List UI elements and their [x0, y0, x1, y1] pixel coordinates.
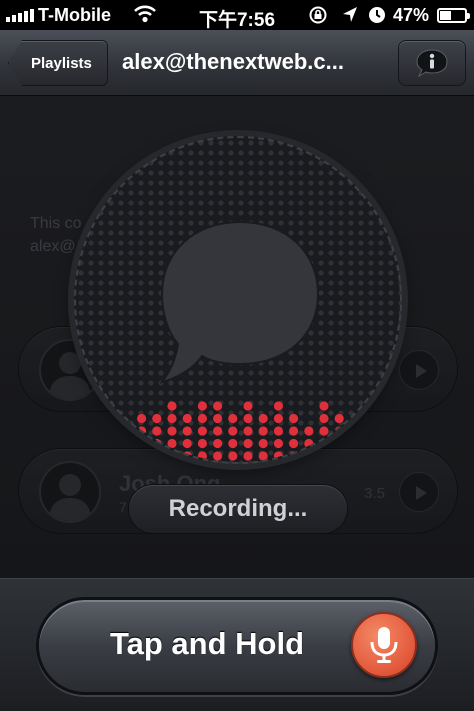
level-dot	[243, 438, 253, 449]
level-dot	[213, 438, 223, 449]
level-dot	[289, 426, 299, 436]
level-dot	[121, 451, 131, 461]
battery-percent: 47%	[393, 5, 430, 25]
level-dot	[182, 413, 192, 424]
level-dot	[228, 413, 238, 424]
level-dot	[273, 451, 283, 461]
info-button[interactable]	[398, 40, 466, 86]
level-dot	[365, 438, 375, 449]
level-dot	[197, 426, 207, 436]
level-dot	[213, 451, 223, 461]
level-dot	[106, 438, 116, 449]
level-dot	[106, 451, 116, 461]
level-dot	[197, 413, 207, 424]
alarm-icon	[369, 7, 385, 23]
level-dot	[197, 401, 207, 411]
level-dot	[182, 426, 192, 436]
recording-status: Recording...	[128, 484, 348, 534]
recording-visualizer	[74, 136, 402, 464]
microphone-button[interactable]	[351, 612, 417, 678]
level-dot	[349, 438, 359, 449]
level-dot	[137, 413, 147, 424]
level-dot	[167, 426, 177, 436]
level-dot	[182, 438, 192, 449]
level-dot	[319, 401, 329, 411]
level-dot	[152, 438, 162, 449]
level-dot	[152, 413, 162, 424]
level-dot	[258, 413, 268, 424]
level-dot	[258, 426, 268, 436]
level-dot	[197, 451, 207, 461]
tap-and-hold-label: Tap and Hold	[109, 626, 305, 661]
level-dot	[258, 451, 268, 461]
level-dot	[289, 451, 299, 461]
audio-level-meter	[91, 401, 390, 461]
level-dot	[273, 426, 283, 436]
level-dot	[243, 401, 253, 411]
level-dot	[137, 438, 147, 449]
bottom-toolbar: Tap and Hold	[0, 578, 474, 711]
level-dot	[319, 451, 329, 461]
level-dot	[228, 438, 238, 449]
level-dot	[243, 451, 253, 461]
page-title: alex@thenextweb.c...	[122, 49, 344, 74]
content-area: This co alex@ Josh Ong 7 3.5 Recording..…	[0, 96, 474, 578]
level-dot	[258, 438, 268, 449]
level-dot	[304, 438, 314, 449]
level-dot	[319, 413, 329, 424]
location-icon	[343, 7, 357, 22]
level-dot	[243, 426, 253, 436]
level-dot	[273, 413, 283, 424]
navigation-bar: Playlists alex@thenextweb.c...	[0, 30, 474, 96]
level-dot	[365, 451, 375, 461]
level-dot	[213, 426, 223, 436]
level-dot	[137, 426, 147, 436]
level-dot	[304, 451, 314, 461]
rotation-lock-icon	[309, 6, 327, 24]
info-icon	[416, 49, 448, 78]
level-dot	[273, 401, 283, 411]
level-dot	[91, 451, 101, 461]
level-dot	[334, 413, 344, 424]
level-dot	[167, 413, 177, 424]
level-dot	[334, 426, 344, 436]
back-button[interactable]: Playlists	[8, 40, 108, 86]
level-dot	[243, 413, 253, 424]
level-dot	[152, 451, 162, 461]
level-dot	[349, 426, 359, 436]
microphone-icon	[370, 627, 398, 663]
level-dot	[228, 426, 238, 436]
level-dot	[213, 413, 223, 424]
level-dot	[182, 451, 192, 461]
level-dot	[334, 438, 344, 449]
level-dot	[319, 426, 329, 436]
tap-and-hold-button[interactable]: Tap and Hold	[36, 597, 438, 695]
level-dot	[167, 401, 177, 411]
level-dot	[152, 426, 162, 436]
level-dot	[380, 451, 390, 461]
level-dot	[349, 451, 359, 461]
level-dot	[121, 438, 131, 449]
level-dot	[167, 438, 177, 449]
back-button-label: Playlists	[31, 54, 92, 72]
level-dot	[167, 451, 177, 461]
level-dot	[273, 438, 283, 449]
level-dot	[228, 451, 238, 461]
level-dot	[213, 401, 223, 411]
level-dot	[289, 438, 299, 449]
battery-icon	[437, 8, 470, 23]
level-dot	[319, 438, 329, 449]
level-dot	[304, 426, 314, 436]
level-dot	[289, 413, 299, 424]
level-dot	[121, 426, 131, 436]
level-dot	[334, 451, 344, 461]
status-bar: T-Mobile 下午7:56 47%	[0, 0, 474, 31]
level-dot	[197, 438, 207, 449]
level-dot	[137, 451, 147, 461]
